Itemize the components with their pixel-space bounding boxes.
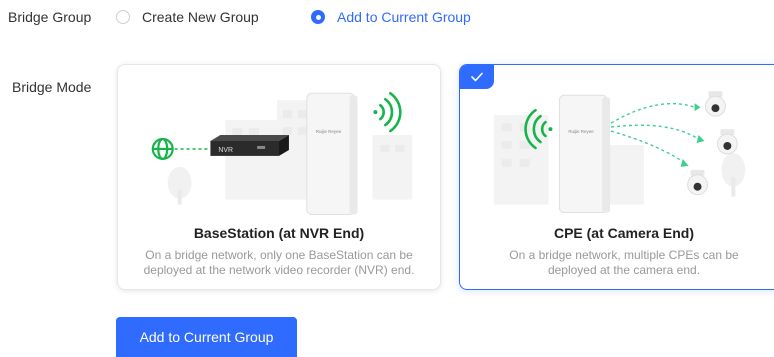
nvr-device-icon: NVR [210, 135, 289, 156]
radio-unchecked-icon[interactable] [116, 10, 130, 24]
card-cpe-title: CPE (at Camera End) [553, 225, 695, 241]
device-brand-label: Ruijie Reyee [568, 129, 594, 134]
card-cpe-desc-line1: On a bridge network, multiple CPEs can b… [509, 248, 739, 262]
bridge-group-label: Bridge Group [8, 9, 92, 25]
card-basestation-description: On a bridge network, only one BaseStatio… [118, 248, 440, 278]
cpe-illustration: Ruijie Reyee [493, 91, 746, 214]
arrowhead-icons [680, 103, 705, 167]
radio-create-new-group-label: Create New Group [142, 9, 259, 25]
cpe-device-icon: Ruijie Reyee [558, 94, 611, 214]
card-cpe-description: On a bridge network, multiple CPEs can b… [460, 248, 774, 278]
card-basestation-desc-line2: deployed at the network video recorder (… [143, 263, 415, 277]
card-cpe[interactable]: Ruijie Reyee CPE (at Camera End) On a br… [459, 64, 774, 290]
camera-icon [705, 91, 726, 117]
card-basestation-desc-line1: On a bridge network, only one BaseStatio… [145, 248, 413, 262]
camera-icon [716, 129, 738, 155]
bridge-mode-label: Bridge Mode [12, 79, 92, 95]
add-to-current-group-button[interactable]: Add to Current Group [116, 317, 297, 357]
camera-icon [687, 169, 708, 196]
globe-icon [151, 137, 174, 160]
tree-icon [167, 166, 192, 205]
radio-create-new-group[interactable]: Create New Group [116, 9, 259, 25]
device-brand-label: Ruijie Reyee [316, 129, 342, 134]
radio-add-to-current-group[interactable]: Add to Current Group [311, 9, 471, 25]
tree-icon [721, 152, 746, 197]
radio-add-to-current-group-label: Add to Current Group [337, 9, 471, 25]
radio-checked-icon[interactable] [311, 10, 325, 24]
card-cpe-desc-line2: deployed at the camera end. [547, 263, 701, 277]
bridge-device-icon: Ruijie Reyee [306, 92, 358, 215]
card-basestation-title: BaseStation (at NVR End) [193, 225, 365, 241]
basestation-illustration: NVR Ruijie Reyee [151, 91, 413, 215]
wifi-signal-icon [373, 91, 402, 133]
card-basestation[interactable]: NVR Ruijie Reyee BaseStation (at NVR End… [117, 64, 441, 290]
nvr-label: NVR [218, 147, 233, 154]
